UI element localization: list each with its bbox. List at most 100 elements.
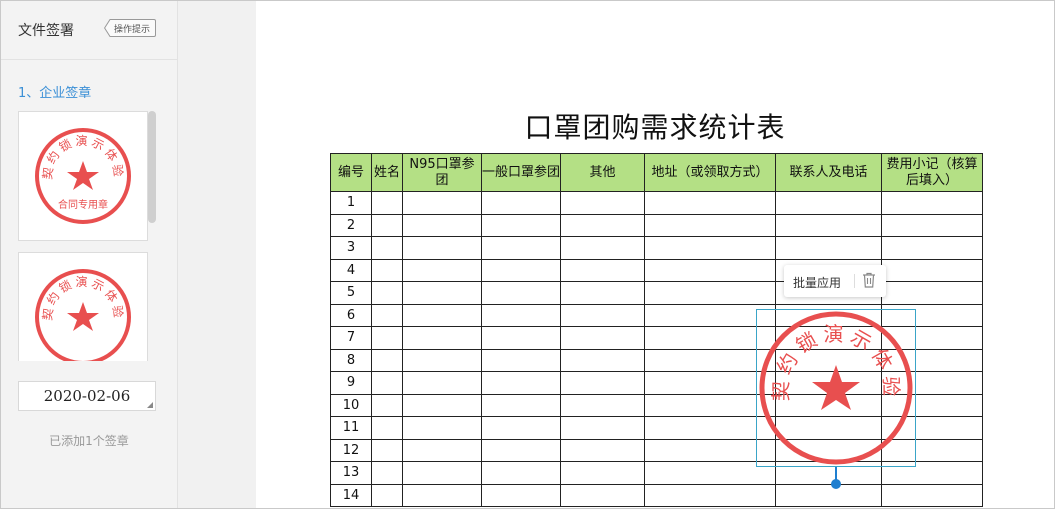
table-cell[interactable] [481,191,561,215]
row-number-cell[interactable]: 5 [330,281,372,305]
table-cell[interactable] [644,483,776,507]
table-cell[interactable] [402,303,482,327]
table-cell[interactable] [402,483,482,507]
header-name: 姓名 [371,153,403,192]
table-cell[interactable] [402,416,482,440]
document-gutter [178,1,256,508]
seal-drag-handle[interactable] [831,479,841,489]
table-cell[interactable] [560,281,645,305]
table-cell[interactable] [881,483,983,507]
table-cell[interactable] [560,371,645,395]
trash-icon[interactable] [862,272,876,292]
table-cell[interactable] [481,258,561,282]
row-number-cell[interactable]: 2 [330,213,372,237]
operation-tips-button[interactable]: 操作提示 [104,19,156,37]
table-cell[interactable] [481,326,561,350]
table-cell[interactable] [402,393,482,417]
table-cell[interactable] [371,258,403,282]
row-number-cell[interactable]: 1 [330,191,372,215]
table-cell[interactable] [481,371,561,395]
contract-seal-icon: 契约锁演示体验 合同专用章 [35,128,131,224]
table-cell[interactable] [402,191,482,215]
table-cell[interactable] [402,371,482,395]
table-cell[interactable] [371,303,403,327]
table-cell[interactable] [371,416,403,440]
table-cell[interactable] [560,236,645,260]
row-number-cell[interactable]: 4 [330,258,372,282]
table-cell[interactable] [371,393,403,417]
row-number-cell[interactable]: 8 [330,348,372,372]
table-cell[interactable] [481,303,561,327]
table-cell[interactable] [881,281,983,305]
table-cell[interactable] [481,461,561,485]
sign-date-field[interactable]: 2020-02-06 [18,381,156,411]
table-cell[interactable] [560,191,645,215]
table-cell[interactable] [644,213,776,237]
table-cell[interactable] [560,303,645,327]
table-cell[interactable] [402,281,482,305]
table-cell[interactable] [402,258,482,282]
table-cell[interactable] [881,236,983,260]
table-cell[interactable] [481,438,561,462]
table-cell[interactable] [644,281,776,305]
table-cell[interactable] [775,191,882,215]
table-cell[interactable] [402,461,482,485]
row-number-cell[interactable]: 14 [330,483,372,507]
table-cell[interactable] [775,213,882,237]
table-cell[interactable] [644,258,776,282]
table-cell[interactable] [560,348,645,372]
table-cell[interactable] [371,236,403,260]
table-cell[interactable] [371,461,403,485]
row-number-cell[interactable]: 12 [330,438,372,462]
table-cell[interactable] [560,438,645,462]
row-number-cell[interactable]: 13 [330,461,372,485]
table-cell[interactable] [481,348,561,372]
table-cell[interactable] [881,191,983,215]
table-cell[interactable] [481,213,561,237]
table-cell[interactable] [371,191,403,215]
table-cell[interactable] [560,461,645,485]
table-cell[interactable] [481,393,561,417]
row-number-cell[interactable]: 10 [330,393,372,417]
row-number-cell[interactable]: 11 [330,416,372,440]
table-cell[interactable] [881,213,983,237]
row-number-cell[interactable]: 9 [330,371,372,395]
table-cell[interactable] [371,281,403,305]
table-cell[interactable] [560,326,645,350]
placed-seal[interactable]: 契约锁演示体验 [756,309,916,467]
table-cell[interactable] [560,483,645,507]
table-cell[interactable] [371,348,403,372]
header-address: 地址（或领取方式） [644,153,776,192]
table-cell[interactable] [371,326,403,350]
stamp-list-scrollbar[interactable] [148,111,156,223]
stamp-card-contract[interactable]: 契约锁演示体验 合同专用章 [18,111,148,241]
table-cell[interactable] [481,281,561,305]
table-header-row: 编号 姓名 N95口罩参团 一般口罩参团 其他 地址（或领取方式） 联系人及电话… [330,153,983,192]
table-cell[interactable] [402,213,482,237]
table-cell[interactable] [560,213,645,237]
table-cell[interactable] [481,483,561,507]
row-number-cell[interactable]: 3 [330,236,372,260]
row-number-cell[interactable]: 7 [330,326,372,350]
row-number-cell[interactable]: 6 [330,303,372,327]
table-cell[interactable] [481,416,561,440]
table-cell[interactable] [371,438,403,462]
table-cell[interactable] [644,191,776,215]
table-cell[interactable] [402,348,482,372]
table-cell[interactable] [560,258,645,282]
table-cell[interactable] [371,483,403,507]
table-cell[interactable] [881,258,983,282]
table-cell[interactable] [481,236,561,260]
table-cell[interactable] [560,416,645,440]
table-cell[interactable] [560,393,645,417]
table-cell[interactable] [775,483,882,507]
table-cell[interactable] [402,326,482,350]
table-cell[interactable] [371,213,403,237]
table-cell[interactable] [402,438,482,462]
table-cell[interactable] [775,236,882,260]
table-cell[interactable] [371,371,403,395]
batch-apply-button[interactable]: 批量应用 [793,274,841,291]
table-cell[interactable] [644,236,776,260]
table-cell[interactable] [402,236,482,260]
stamp-card-company[interactable]: 契约锁演示体验 [18,252,148,361]
